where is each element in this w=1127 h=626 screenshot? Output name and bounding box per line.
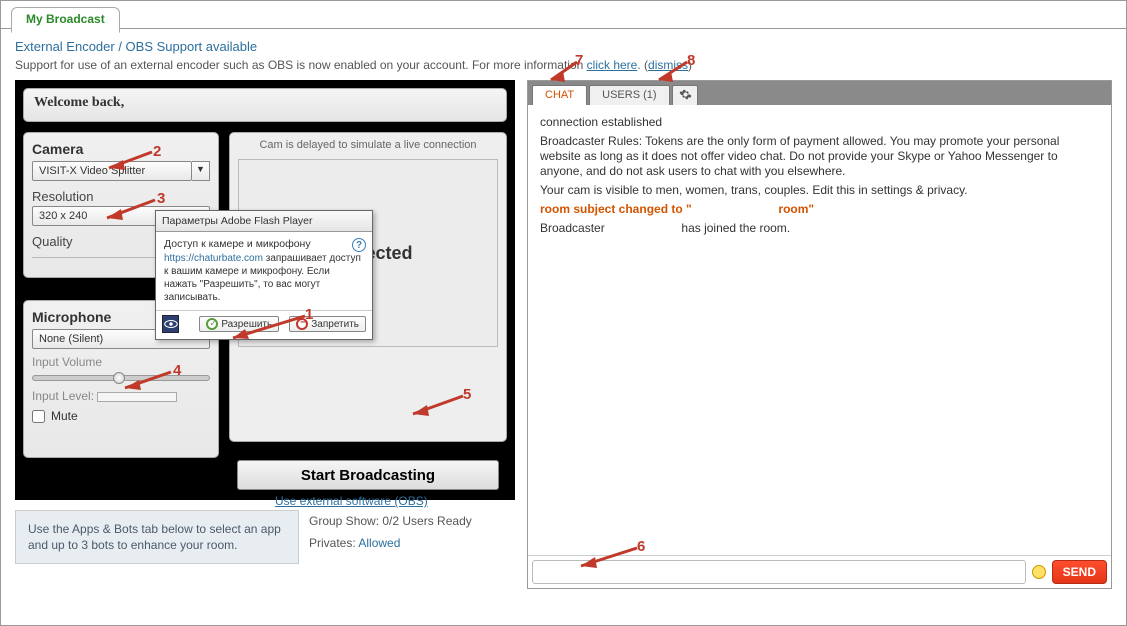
status-block: Group Show: 0/2 Users Ready Privates: Al…: [309, 510, 472, 564]
flash-title: Параметры Adobe Flash Player: [156, 211, 372, 232]
right-column: CHAT USERS (1) connection established Br…: [527, 80, 1112, 589]
deny-label: Запретить: [311, 319, 359, 330]
input-volume-slider[interactable]: [32, 375, 210, 381]
chat-panel: CHAT USERS (1) connection established Br…: [527, 80, 1112, 589]
chat-msg: connection established: [540, 115, 1099, 130]
allow-icon: [206, 318, 218, 330]
flash-site: https://chaturbate.com: [164, 253, 263, 264]
video-panel: Welcome back, Camera VISIT-X Video Split…: [15, 80, 515, 500]
help-icon[interactable]: ?: [352, 238, 366, 252]
banner-sep: . (: [637, 58, 648, 72]
mute-checkbox[interactable]: Mute: [32, 409, 78, 423]
join-a: Broadcaster: [540, 221, 605, 235]
chat-tab-bar: CHAT USERS (1): [528, 81, 1111, 105]
banner-pre: Support for use of an external encoder s…: [15, 58, 587, 72]
emoji-button[interactable]: [1032, 565, 1046, 579]
deny-button[interactable]: Запретить: [289, 316, 366, 332]
allow-label: Разрешить: [221, 319, 272, 330]
start-broadcasting-button[interactable]: Start Broadcasting: [237, 460, 499, 490]
dismiss-link[interactable]: dismiss: [648, 58, 688, 72]
apps-bots-hint: Use the Apps & Bots tab below to select …: [15, 510, 299, 564]
obs-banner: External Encoder / OBS Support available…: [1, 29, 1126, 80]
flash-head: Доступ к камере и микрофону: [164, 238, 364, 250]
tab-chat[interactable]: CHAT: [532, 85, 587, 105]
chat-msg: Broadcaster Rules: Tokens are the only f…: [540, 134, 1099, 179]
tab-users[interactable]: USERS (1): [589, 85, 669, 105]
allow-button[interactable]: Разрешить: [199, 316, 279, 332]
cam-delay-text: Cam is delayed to simulate a live connec…: [230, 133, 506, 157]
banner-title: External Encoder / OBS Support available: [15, 39, 1112, 54]
subj-a: room subject changed to ": [540, 202, 692, 216]
group-show-status: Group Show: 0/2 Users Ready: [309, 510, 472, 532]
under-panel-row: Use the Apps & Bots tab below to select …: [15, 510, 515, 564]
app-window: My Broadcast External Encoder / OBS Supp…: [0, 0, 1127, 626]
camera-value: VISIT-X Video Splitter: [32, 161, 192, 181]
chat-log: connection established Broadcaster Rules…: [528, 105, 1111, 555]
privates-status: Privates: Allowed: [309, 532, 472, 554]
privates-link[interactable]: Allowed: [358, 536, 400, 550]
input-level-row: Input Level:: [32, 389, 210, 403]
flash-permission-dialog: Параметры Adobe Flash Player ? Доступ к …: [155, 210, 373, 340]
flash-text-block: https://chaturbate.com запрашивает досту…: [164, 252, 364, 304]
mute-label: Mute: [51, 409, 78, 423]
slider-thumb[interactable]: [113, 372, 125, 384]
chat-msg: Your cam is visible to men, women, trans…: [540, 183, 1099, 198]
priv-label: Privates:: [309, 536, 358, 550]
join-b: has joined the room.: [681, 221, 790, 235]
subj-b: room": [778, 202, 814, 216]
main-area: Welcome back, Camera VISIT-X Video Split…: [1, 80, 1126, 603]
welcome-bar: Welcome back,: [23, 88, 507, 122]
tab-settings[interactable]: [672, 85, 698, 105]
camera-select[interactable]: VISIT-X Video Splitter ▼: [32, 161, 210, 181]
deny-icon: [296, 318, 308, 330]
tab-my-broadcast[interactable]: My Broadcast: [11, 7, 120, 33]
camera-dd-arrow[interactable]: ▼: [192, 161, 210, 181]
left-column: Welcome back, Camera VISIT-X Video Split…: [15, 80, 515, 589]
chat-input-row: SEND: [528, 555, 1111, 588]
privacy-icon[interactable]: [162, 315, 179, 333]
input-level-label: Input Level:: [32, 389, 94, 403]
top-tab-bar: My Broadcast: [1, 1, 1126, 29]
click-here-link[interactable]: click here: [587, 58, 638, 72]
chat-join: Broadcaster has joined the room.: [540, 221, 1099, 236]
resolution-label: Resolution: [32, 189, 210, 204]
send-button[interactable]: SEND: [1052, 560, 1107, 584]
chat-input[interactable]: [532, 560, 1026, 584]
chat-subject-change: room subject changed to " room": [540, 202, 1099, 217]
mute-input[interactable]: [32, 410, 45, 423]
camera-label: Camera: [32, 141, 210, 157]
banner-text: Support for use of an external encoder s…: [15, 58, 1112, 72]
input-volume-label: Input Volume: [32, 355, 210, 369]
input-level-meter: [97, 392, 177, 402]
eye-icon: [164, 319, 178, 329]
flash-body: ? Доступ к камере и микрофону https://ch…: [156, 232, 372, 310]
gear-icon: [679, 88, 691, 100]
use-obs-link[interactable]: Use external software (OBS): [275, 494, 428, 508]
banner-end: ): [688, 58, 692, 72]
flash-footer: Разрешить Запретить: [156, 310, 372, 339]
